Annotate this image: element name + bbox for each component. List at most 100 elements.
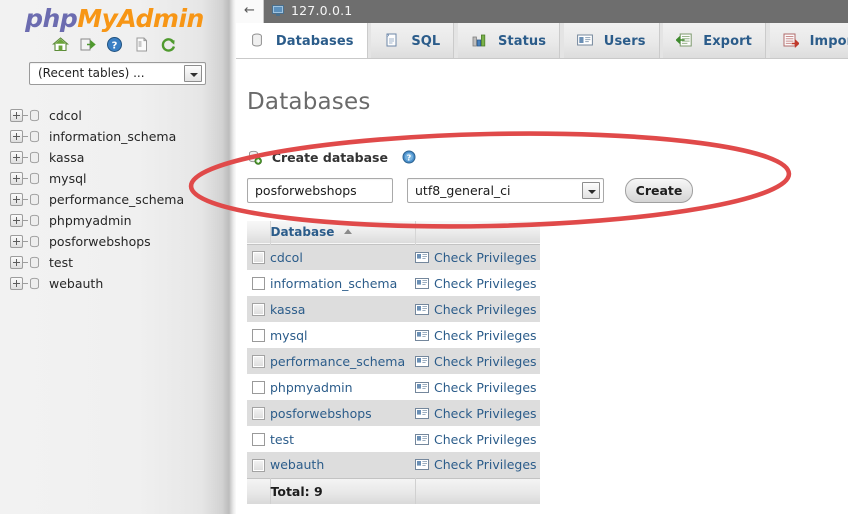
check-privileges-link[interactable]: Check Privileges <box>434 380 537 395</box>
table-row[interactable]: posforwebshops Check Privileges <box>247 400 540 426</box>
expand-plus-icon[interactable] <box>10 172 23 185</box>
privileges-cell[interactable]: Check Privileges <box>415 296 540 322</box>
database-icon <box>28 256 41 269</box>
check-privileges-link[interactable]: Check Privileges <box>434 354 537 369</box>
tab-databases[interactable]: Databases <box>236 23 368 58</box>
tab-sql[interactable]: SQL <box>371 23 455 58</box>
row-checkbox[interactable] <box>252 329 265 342</box>
tree-item[interactable]: phpmyadmin <box>0 213 229 234</box>
row-checkbox-cell[interactable] <box>247 270 270 296</box>
database-name-cell[interactable]: phpmyadmin <box>270 374 415 400</box>
page-content: Databases Create database ? posforwebsho… <box>236 59 848 514</box>
phpmyadmin-logo[interactable]: phpMyAdmin <box>0 4 229 33</box>
check-privileges-link[interactable]: Check Privileges <box>434 457 537 472</box>
database-name-cell[interactable]: webauth <box>270 452 415 478</box>
expand-plus-icon[interactable] <box>10 109 23 122</box>
privileges-cell[interactable]: Check Privileges <box>415 452 540 478</box>
privileges-cell[interactable]: Check Privileges <box>415 400 540 426</box>
row-checkbox-cell[interactable] <box>247 348 270 374</box>
logout-icon[interactable] <box>79 36 96 53</box>
tree-item[interactable]: webauth <box>0 276 229 297</box>
tree-item[interactable]: information_schema <box>0 129 229 150</box>
recent-tables-select[interactable]: (Recent tables) ... <box>29 62 206 85</box>
row-checkbox-cell[interactable] <box>247 374 270 400</box>
tab-users[interactable]: Users <box>563 23 660 58</box>
database-name-cell[interactable]: posforwebshops <box>270 400 415 426</box>
expand-plus-icon[interactable] <box>10 277 23 290</box>
row-checkbox-cell[interactable] <box>247 426 270 452</box>
tree-item[interactable]: test <box>0 255 229 276</box>
check-privileges-link[interactable]: Check Privileges <box>434 406 537 421</box>
row-checkbox[interactable] <box>252 381 265 394</box>
svg-text:?: ? <box>112 40 118 51</box>
check-privileges-link[interactable]: Check Privileges <box>434 276 537 291</box>
privileges-cell[interactable]: Check Privileges <box>415 374 540 400</box>
database-icon <box>28 172 41 185</box>
database-name-input[interactable]: posforwebshops <box>247 178 393 203</box>
table-row[interactable]: kassa Check Privileges <box>247 296 540 322</box>
expand-plus-icon[interactable] <box>10 256 23 269</box>
row-checkbox-cell[interactable] <box>247 296 270 322</box>
reload-icon[interactable] <box>160 36 177 53</box>
row-checkbox-cell[interactable] <box>247 400 270 426</box>
privileges-cell[interactable]: Check Privileges <box>415 244 540 270</box>
expand-plus-icon[interactable] <box>10 193 23 206</box>
row-checkbox[interactable] <box>252 458 265 472</box>
expand-plus-icon[interactable] <box>10 130 23 143</box>
table-row[interactable]: test Check Privileges <box>247 426 540 452</box>
database-name-cell[interactable]: kassa <box>270 296 415 322</box>
table-row[interactable]: performance_schema Check Privileges <box>247 348 540 374</box>
check-privileges-link[interactable]: Check Privileges <box>434 250 537 265</box>
tree-item[interactable]: posforwebshops <box>0 234 229 255</box>
row-checkbox[interactable] <box>252 433 265 446</box>
chevron-down-icon[interactable] <box>582 182 600 199</box>
row-checkbox-cell[interactable] <box>247 244 270 270</box>
database-column-header[interactable]: Database <box>270 221 415 244</box>
docs-icon[interactable] <box>133 36 150 53</box>
tree-item[interactable]: mysql <box>0 171 229 192</box>
check-privileges-link[interactable]: Check Privileges <box>434 432 537 447</box>
privileges-cell[interactable]: Check Privileges <box>415 348 540 374</box>
database-name-cell[interactable]: mysql <box>270 322 415 348</box>
help-icon[interactable]: ? <box>106 36 123 53</box>
row-checkbox[interactable] <box>252 303 265 316</box>
table-row[interactable]: mysql Check Privileges <box>247 322 540 348</box>
import-icon <box>783 26 800 49</box>
privileges-cell[interactable]: Check Privileges <box>415 322 540 348</box>
database-name-cell[interactable]: information_schema <box>270 270 415 296</box>
expand-plus-icon[interactable] <box>10 151 23 164</box>
help-circle-icon[interactable]: ? <box>402 150 416 164</box>
tree-item[interactable]: kassa <box>0 150 229 171</box>
expand-plus-icon[interactable] <box>10 214 23 227</box>
expand-plus-icon[interactable] <box>10 235 23 248</box>
privileges-cell[interactable]: Check Privileges <box>415 270 540 296</box>
create-button[interactable]: Create <box>625 178 693 203</box>
database-name-cell[interactable]: performance_schema <box>270 348 415 374</box>
tab-export[interactable]: Export <box>663 23 766 58</box>
chevron-down-icon[interactable] <box>184 65 202 82</box>
tree-item[interactable]: performance_schema <box>0 192 229 213</box>
database-name-cell[interactable]: test <box>270 426 415 452</box>
row-checkbox[interactable] <box>252 355 265 368</box>
table-row[interactable]: phpmyadmin Check Privileges <box>247 374 540 400</box>
table-row[interactable]: information_schema Check Privileges <box>247 270 540 296</box>
check-privileges-link[interactable]: Check Privileges <box>434 328 537 343</box>
tab-status[interactable]: Status <box>458 23 561 58</box>
row-checkbox-cell[interactable] <box>247 452 270 478</box>
collation-select[interactable]: utf8_general_ci <box>407 178 604 203</box>
row-checkbox[interactable] <box>252 407 265 420</box>
privileges-icon <box>415 303 429 315</box>
home-icon[interactable] <box>52 36 70 53</box>
row-checkbox-cell[interactable] <box>247 322 270 348</box>
privileges-cell[interactable]: Check Privileges <box>415 426 540 452</box>
database-name-cell[interactable]: cdcol <box>270 244 415 270</box>
check-privileges-link[interactable]: Check Privileges <box>434 302 537 317</box>
table-row[interactable]: webauth Check Privileges <box>247 452 540 478</box>
row-checkbox[interactable] <box>252 251 265 265</box>
tab-import[interactable]: Import <box>769 23 848 58</box>
row-checkbox[interactable] <box>252 277 265 290</box>
table-row[interactable]: cdcol Check Privileges <box>247 244 540 270</box>
tree-item[interactable]: cdcol <box>0 108 229 129</box>
tab-label: Import <box>809 34 848 49</box>
back-button[interactable]: ← <box>236 0 264 23</box>
